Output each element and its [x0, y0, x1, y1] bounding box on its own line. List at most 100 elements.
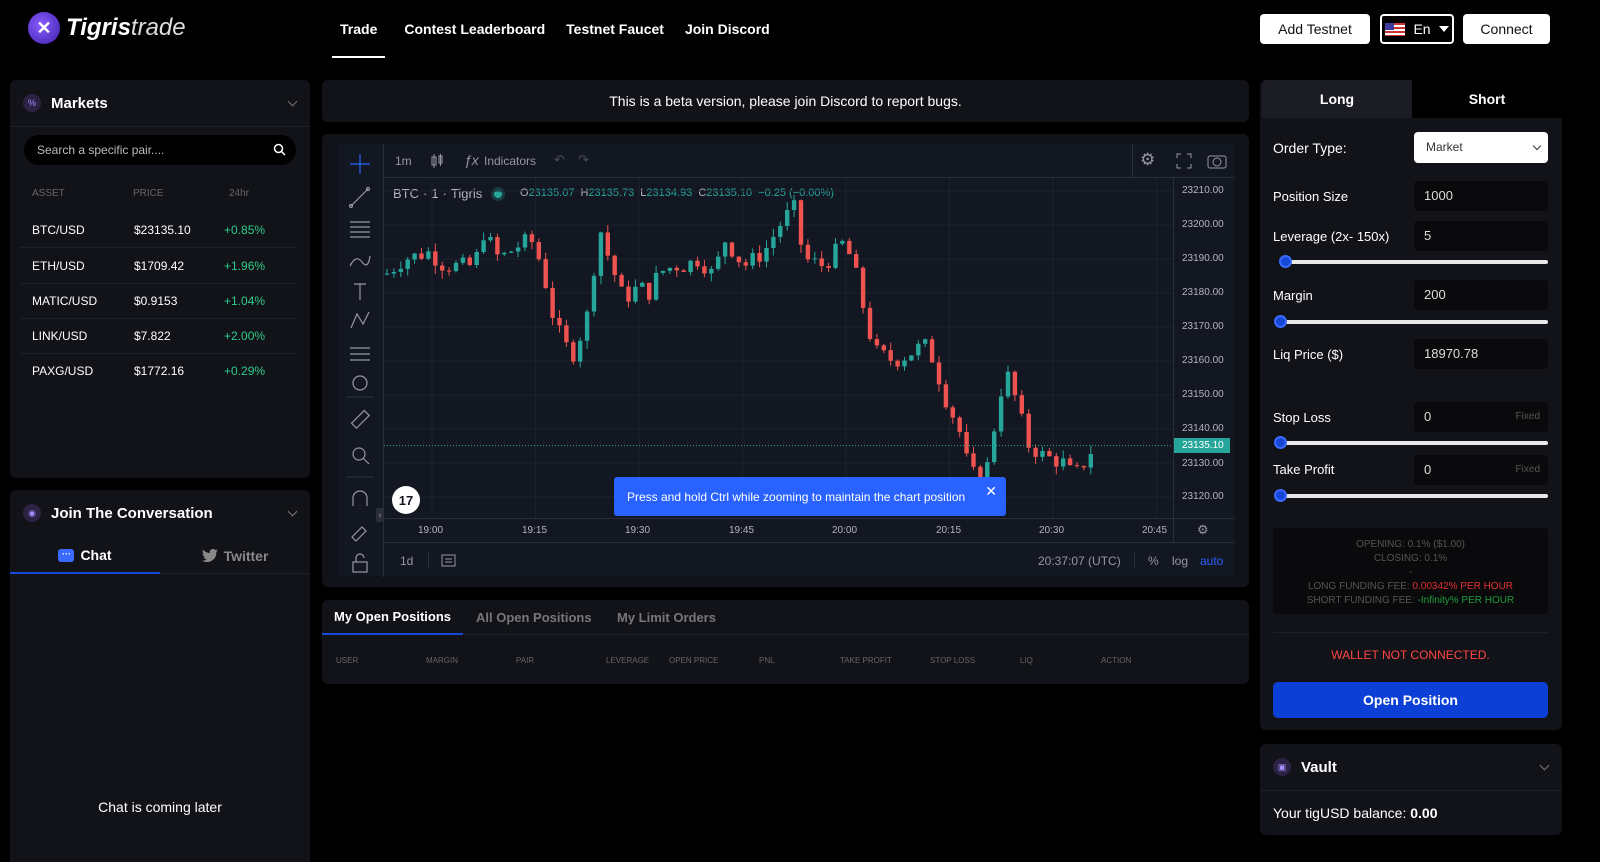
candle-body — [805, 244, 811, 260]
date-range-icon[interactable] — [441, 553, 456, 567]
nav-join-discord[interactable]: Join Discord — [683, 0, 772, 58]
settings-gear-icon[interactable]: ⚙ — [1140, 150, 1155, 170]
close-icon[interactable]: ✕ — [985, 483, 997, 500]
chat-empty-message: Chat is coming later — [98, 799, 222, 815]
liq-price-value: 18970.78 — [1414, 339, 1548, 369]
candle-body — [502, 252, 507, 255]
take-profit-input[interactable]: 0 Fixed — [1414, 455, 1548, 485]
camera-icon[interactable] — [1207, 153, 1227, 169]
redo-icon[interactable]: ↷ — [578, 152, 589, 168]
candles-icon[interactable] — [429, 153, 445, 169]
market-change: +1.04% — [224, 294, 266, 308]
time-tick: 20:45 — [1142, 525, 1168, 536]
candle-body — [833, 243, 838, 268]
tab-my-limit-orders[interactable]: My Limit Orders — [617, 610, 716, 625]
chevron-down-icon[interactable] — [287, 96, 298, 107]
candle-body — [667, 267, 673, 271]
interval-button[interactable]: 1m — [395, 154, 412, 168]
liq-price-label: Liq Price ($) — [1273, 347, 1344, 362]
market-row[interactable]: MATIC/USD $0.9153 +1.04% — [20, 283, 296, 319]
nav-trade[interactable]: Trade — [332, 0, 386, 58]
tab-chat[interactable]: ··· Chat — [10, 538, 160, 574]
open-position-button[interactable]: Open Position — [1273, 682, 1548, 718]
tab-my-open-positions[interactable]: My Open Positions — [322, 600, 463, 635]
candle-body — [860, 267, 866, 308]
order-type-select[interactable]: Market — [1414, 132, 1548, 163]
utc-clock[interactable]: 20:37:07 (UTC) — [1038, 554, 1121, 568]
candle-body — [633, 286, 638, 302]
stop-loss-slider[interactable] — [1274, 436, 1548, 449]
stop-loss-input[interactable]: 0 Fixed — [1414, 402, 1548, 432]
candle-body — [571, 342, 576, 362]
candle-body — [405, 259, 410, 269]
position-size-input[interactable]: 1000 — [1414, 181, 1548, 211]
auto-scale-button[interactable]: auto — [1200, 554, 1223, 568]
candle-body — [819, 258, 824, 266]
connect-button[interactable]: Connect — [1463, 14, 1550, 44]
market-search-input[interactable]: Search a specific pair.... — [24, 135, 296, 165]
language-select[interactable]: En — [1380, 14, 1454, 44]
collapse-toolbar-icon[interactable]: ‹ — [376, 508, 384, 522]
slider-handle[interactable] — [1274, 489, 1287, 502]
market-row[interactable]: BTC/USD $23135.10 +0.85% — [20, 212, 296, 248]
range-button[interactable]: 1d — [400, 554, 413, 568]
indicators-button[interactable]: Indicators — [484, 154, 536, 168]
log-scale-button[interactable]: log — [1172, 554, 1188, 568]
market-row[interactable]: LINK/USD $7.822 +2.00% — [20, 318, 296, 354]
conversation-title: Join The Conversation — [51, 504, 213, 522]
leverage-input[interactable]: 5 — [1414, 221, 1548, 251]
time-tick: 20:30 — [1039, 525, 1065, 536]
candle-body — [709, 268, 714, 274]
long-funding-value: 0.00342% PER HOUR — [1412, 581, 1514, 592]
nav-testnet-faucet[interactable]: Testnet Faucet — [564, 0, 666, 58]
market-row[interactable]: ETH/USD $1709.42 +1.96% — [20, 248, 296, 284]
candlestick-chart[interactable] — [384, 178, 1173, 518]
col-user: USER — [336, 656, 359, 665]
market-change: +1.96% — [224, 259, 266, 273]
take-profit-fixed-label: Fixed — [1515, 464, 1540, 475]
candle-body — [578, 340, 583, 362]
fullscreen-icon[interactable] — [1176, 153, 1192, 169]
undo-icon[interactable]: ↶ — [554, 152, 565, 168]
time-tick: 20:00 — [832, 525, 858, 536]
chat-bubble-icon: ··· — [58, 548, 75, 562]
add-testnet-button[interactable]: Add Testnet — [1260, 14, 1370, 44]
col-open-price: OPEN PRICE — [669, 656, 719, 665]
candle-body — [509, 251, 514, 253]
tab-short[interactable]: Short — [1412, 80, 1562, 118]
market-row[interactable]: PAXG/USD $1772.16 +0.29% — [20, 353, 296, 389]
tab-twitter[interactable]: Twitter — [160, 538, 310, 574]
candle-body — [847, 240, 852, 255]
take-profit-slider[interactable] — [1274, 489, 1548, 502]
margin-slider[interactable] — [1274, 315, 1548, 328]
slider-handle[interactable] — [1274, 436, 1287, 449]
candle-body — [722, 242, 728, 257]
margin-input[interactable]: 200 — [1414, 280, 1548, 310]
market-asset: MATIC/USD — [32, 294, 98, 308]
axis-settings-icon[interactable]: ⚙ — [1197, 522, 1209, 538]
tradingview-logo[interactable]: 17 — [392, 486, 420, 514]
candle-body — [1061, 458, 1066, 467]
candle-body — [771, 236, 776, 248]
order-type-label: Order Type: — [1273, 140, 1347, 156]
candle-body — [909, 355, 914, 361]
candle-body — [391, 271, 397, 274]
candle-body — [419, 253, 424, 259]
time-axis[interactable]: 19:00 19:15 19:30 19:45 20:00 20:15 20:3… — [384, 518, 1234, 543]
percent-scale-button[interactable]: % — [1148, 554, 1159, 568]
chevron-down-icon[interactable] — [1539, 760, 1550, 771]
zoom-hint-toast: Press and hold Ctrl while zooming to mai… — [614, 477, 1006, 516]
leverage-slider[interactable] — [1279, 255, 1548, 268]
candle-body — [598, 232, 604, 276]
logo-text-light: trade — [130, 14, 186, 41]
tab-all-open-positions[interactable]: All Open Positions — [476, 610, 592, 625]
tab-long[interactable]: Long — [1262, 80, 1412, 118]
candle-body — [446, 270, 452, 272]
price-axis[interactable]: 23210.00 23200.00 23190.00 23180.00 2317… — [1174, 178, 1234, 518]
logo[interactable]: ✕ Tigristrade — [28, 12, 186, 44]
search-icon — [273, 143, 286, 156]
slider-handle[interactable] — [1279, 255, 1292, 268]
nav-contest-leaderboard[interactable]: Contest Leaderboard — [402, 0, 547, 58]
chevron-down-icon[interactable] — [287, 506, 298, 517]
slider-handle[interactable] — [1274, 315, 1287, 328]
